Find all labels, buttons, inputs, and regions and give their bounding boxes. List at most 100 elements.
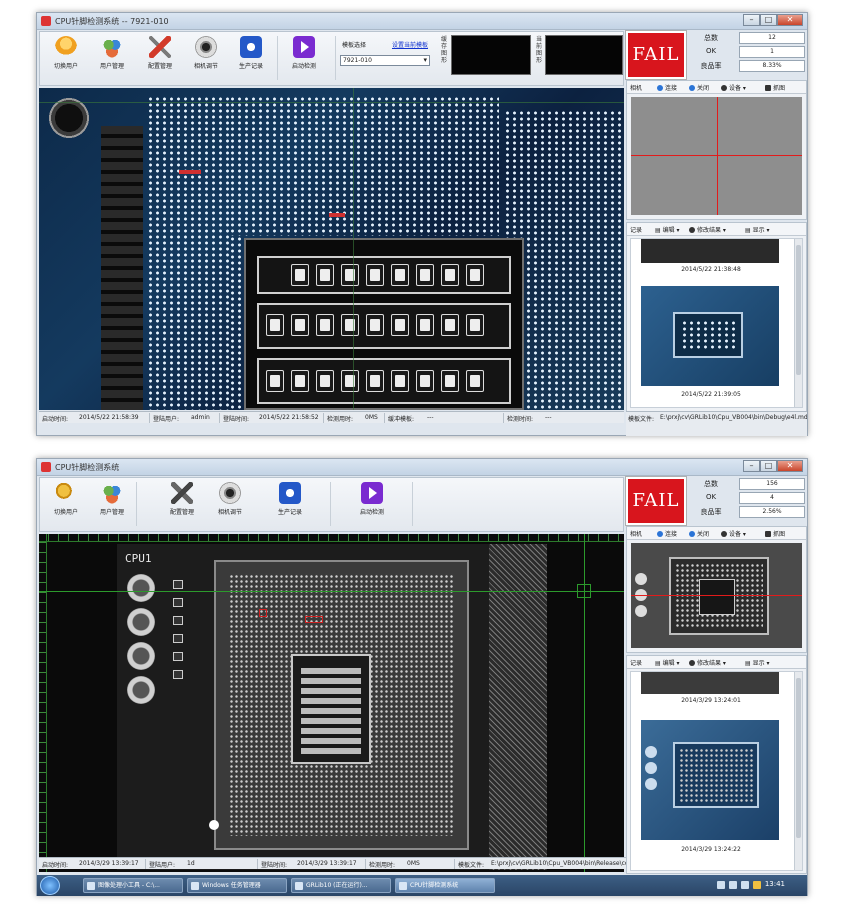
detect-time-label: 检测时间: — [507, 416, 534, 423]
modify-icon — [689, 227, 695, 233]
close-button[interactable]: ✕ — [777, 14, 803, 26]
edit-menu[interactable]: ▤ 编辑 ▾ — [655, 225, 680, 234]
close-camera-button[interactable]: 关闭 — [689, 83, 709, 92]
production-record-button[interactable]: 生产记录 — [229, 36, 273, 70]
connect-button[interactable]: 连接 — [657, 529, 677, 538]
result-fail-badge: FAIL — [625, 30, 687, 80]
start-button[interactable] — [40, 876, 60, 895]
taskbar-item[interactable]: 图像处理小工具 - C:\... — [83, 878, 183, 893]
shield-icon[interactable] — [753, 881, 761, 889]
main-inspection-image[interactable]: CPU1 — [39, 534, 624, 872]
modify-result-menu[interactable]: 修改结果 ▾ — [689, 225, 726, 234]
camera-panel: 相机 连接 关闭 设备 ▾ 抓图 — [626, 80, 807, 220]
show-menu[interactable]: ▤ 显示 ▾ — [745, 225, 770, 234]
login-time-value: 2014/3/29 13:39:17 — [297, 860, 357, 867]
template-file-label: 模板文件: — [628, 416, 655, 423]
device-icon — [721, 85, 727, 91]
show-menu[interactable]: ▤ 显示 ▾ — [745, 658, 770, 667]
record-toolbar: 记录 ▤ 编辑 ▾ 修改结果 ▾ ▤ 显示 ▾ — [627, 223, 806, 236]
total-label: 总数 — [704, 480, 718, 488]
tray-icon[interactable] — [729, 881, 737, 889]
taskbar-item[interactable]: GRLib10 (正在运行)... — [291, 878, 391, 893]
config-management-button[interactable]: 配置管理 — [160, 482, 204, 516]
tools-icon — [149, 36, 171, 58]
record-icon — [279, 482, 301, 504]
production-record-label: 生产记录 — [277, 509, 302, 516]
record-list[interactable]: 2014/5/22 21:38:48 2014/5/22 21:39:05 — [630, 238, 803, 408]
crosshair-h — [39, 591, 624, 592]
user-management-button[interactable]: 用户管理 — [90, 36, 134, 70]
pin-array-top — [229, 96, 499, 236]
user-management-button[interactable]: 用户管理 — [90, 482, 134, 516]
login-user-value: admin — [191, 414, 210, 421]
maximize-button[interactable]: □ — [760, 460, 777, 472]
connect-icon — [657, 85, 663, 91]
modify-result-menu[interactable]: 修改结果 ▾ — [689, 658, 726, 667]
close-camera-button[interactable]: 关闭 — [689, 529, 709, 538]
cache-image-label: 缓存图形 — [440, 36, 447, 64]
record-scrollbar[interactable] — [794, 239, 802, 407]
crosshair-v — [717, 97, 718, 215]
start-time-value: 2014/5/22 21:58:39 — [79, 414, 139, 421]
pin-array-left — [147, 96, 232, 410]
record-thumbnail[interactable] — [641, 286, 779, 386]
stats-panel: 总数 156 OK 4 良品率 2.56% — [689, 477, 807, 519]
app-window-2: CPU针脚检测系统 – □ ✕ 切换用户 用户管理 配置管理 相机调节 生产记录 — [36, 458, 808, 896]
taskbar-item[interactable]: CPU针脚检测系统 — [395, 878, 495, 893]
record-list[interactable]: 2014/3/29 13:24:01 2014/3/29 13:24:22 — [630, 671, 803, 871]
camera-adjust-button[interactable]: 相机调节 — [184, 36, 228, 70]
taskbar-clock[interactable]: 13:41 — [765, 880, 785, 888]
device-menu[interactable]: 设备 ▾ — [721, 83, 746, 92]
record-icon — [240, 36, 262, 58]
guide-line-v — [353, 88, 354, 410]
record-panel: 记录 ▤ 编辑 ▾ 修改结果 ▾ ▤ 显示 ▾ 2014/5/22 21:38:… — [626, 222, 807, 412]
capture-icon — [765, 531, 771, 537]
pin-array-mid — [229, 236, 244, 410]
start-detect-label: 启动检测 — [359, 509, 384, 516]
set-current-template-link[interactable]: 设置当前模板 — [392, 40, 428, 49]
camera-preview[interactable] — [631, 543, 802, 648]
minimize-button[interactable]: – — [743, 460, 760, 472]
switch-user-button[interactable]: 切换用户 — [44, 36, 88, 70]
start-detect-button[interactable]: 启动检测 — [350, 482, 394, 516]
modify-icon — [689, 660, 695, 666]
cache-template-label: 缓冲模板: — [388, 416, 415, 423]
edit-menu[interactable]: ▤ 编辑 ▾ — [655, 658, 680, 667]
connect-button[interactable]: 连接 — [657, 83, 677, 92]
toolbar: 切换用户 用户管理 配置管理 相机调节 生产记录 启动检测 — [39, 477, 624, 532]
production-record-button[interactable]: 生产记录 — [268, 482, 312, 516]
tray-icon[interactable] — [717, 881, 725, 889]
record-label: 记录 — [630, 660, 643, 667]
capture-button[interactable]: 抓图 — [765, 529, 785, 538]
device-menu[interactable]: 设备 ▾ — [721, 529, 746, 538]
switch-user-button[interactable]: 切换用户 — [44, 482, 88, 516]
config-management-button[interactable]: 配置管理 — [138, 36, 182, 70]
play-icon — [293, 36, 315, 58]
ok-label: OK — [705, 493, 717, 501]
capture-button[interactable]: 抓图 — [765, 83, 785, 92]
template-select-label: 模板选择 — [342, 42, 367, 49]
close-button[interactable]: ✕ — [777, 460, 803, 472]
main-inspection-image[interactable] — [39, 88, 624, 410]
template-file-bar: 模板文件: E:\prxj\cv\GRLib10\Cpu_VB004\bin\D… — [626, 411, 807, 436]
record-scrollbar[interactable] — [794, 672, 802, 870]
tray-icon[interactable] — [741, 881, 749, 889]
record-thumbnail[interactable] — [641, 672, 779, 694]
record-thumbnail[interactable] — [641, 239, 779, 263]
minimize-button[interactable]: – — [743, 14, 760, 26]
template-select[interactable]: 7921-010 — [340, 55, 430, 66]
maximize-button[interactable]: □ — [760, 14, 777, 26]
camera-adjust-button[interactable]: 相机调节 — [208, 482, 252, 516]
template-file-label: 模板文件: — [458, 862, 485, 869]
start-detect-button[interactable]: 启动检测 — [282, 36, 326, 70]
trace-area — [489, 544, 547, 870]
origin-marker — [209, 820, 219, 830]
camera-toolbar: 相机 连接 关闭 设备 ▾ 抓图 — [627, 81, 806, 94]
taskbar-item[interactable]: Windows 任务管理器 — [187, 878, 287, 893]
record-thumbnail[interactable] — [641, 720, 779, 840]
detect-duration-label: 检测用时: — [369, 862, 396, 869]
ok-label: OK — [705, 47, 717, 55]
app-icon — [41, 462, 51, 472]
result-fail-badge: FAIL — [625, 476, 687, 526]
camera-preview[interactable] — [631, 97, 802, 215]
